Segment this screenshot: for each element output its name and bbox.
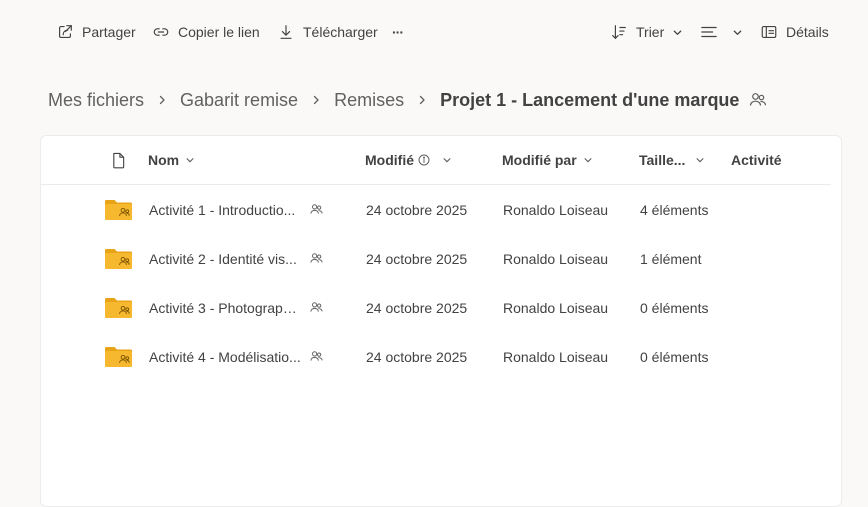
copy-link-button[interactable]: Copier le lien	[152, 20, 260, 44]
modified-by[interactable]: Ronaldo Loiseau	[503, 185, 608, 234]
table-row[interactable]: Activité 1 - Introductio... 24 octobre 2…	[41, 185, 831, 234]
people-icon	[310, 253, 323, 263]
file-name-cell[interactable]: Activité 1 - Introductio...	[149, 185, 301, 234]
file-icon	[113, 152, 125, 168]
modified-date: 24 octobre 2025	[366, 201, 468, 218]
share-button[interactable]: Partager	[56, 20, 136, 44]
shared-folder-icon	[105, 298, 132, 318]
file-name-cell[interactable]: Activité 2 - Identité vis...	[149, 234, 301, 283]
link-icon	[153, 28, 169, 36]
activity-column-header[interactable]: Activité	[731, 136, 782, 184]
size-column-label: Taille...	[639, 152, 686, 168]
details-pane-icon	[761, 26, 777, 38]
chevron-right-icon	[313, 95, 319, 105]
modified-by-column-header[interactable]: Modifié par	[502, 136, 593, 184]
share-label: Partager	[82, 24, 136, 40]
breadcrumb: Mes fichiers Gabarit remise Remises Proj…	[48, 86, 768, 114]
file-name[interactable]: Activité 1 - Introductio...	[149, 202, 301, 218]
chevron-down-icon	[673, 29, 682, 35]
breadcrumb-item-remises[interactable]: Remises	[334, 90, 404, 111]
table-row[interactable]: Activité 2 - Identité vis... 24 octobre …	[41, 234, 831, 283]
people-icon	[310, 351, 323, 361]
modified-by-column-label: Modifié par	[502, 152, 577, 168]
shared-folder-icon	[105, 200, 132, 220]
modified-column-label: Modifié	[365, 152, 414, 168]
name-column-header[interactable]: Nom	[148, 136, 195, 184]
modified-date: 24 octobre 2025	[366, 250, 468, 267]
chevron-down-icon	[186, 158, 194, 163]
people-icon[interactable]	[748, 90, 768, 110]
table-row[interactable]: Activité 3 - Photograph... 24 octobre 20…	[41, 283, 831, 332]
sort-label: Trier	[636, 24, 665, 40]
file-name[interactable]: Activité 3 - Photograph...	[149, 300, 301, 316]
breadcrumb-current: Projet 1 - Lancement d'une marque	[440, 89, 740, 110]
people-icon	[310, 204, 323, 214]
name-column-label: Nom	[148, 152, 180, 168]
file-name-cell[interactable]: Activité 3 - Photograph...	[149, 283, 301, 332]
shared-folder-icon	[105, 249, 132, 269]
sort-icon	[612, 25, 626, 39]
item-count: 0 éléments	[640, 348, 709, 365]
people-icon	[310, 302, 323, 312]
breadcrumb-item-gabarit-remise[interactable]: Gabarit remise	[180, 90, 298, 111]
breadcrumb-item-mes-fichiers[interactable]: Mes fichiers	[48, 90, 144, 111]
item-count: 0 éléments	[640, 299, 709, 316]
sort-button[interactable]: Trier	[610, 20, 683, 44]
file-name-cell[interactable]: Activité 4 - Modélisatio...	[149, 332, 301, 381]
more-actions-button[interactable]: ···	[392, 20, 404, 44]
list-view-icon	[701, 26, 717, 38]
view-options-button[interactable]	[700, 20, 743, 44]
modified-by[interactable]: Ronaldo Loiseau	[503, 234, 608, 283]
more-icon: ···	[392, 24, 404, 40]
modified-by[interactable]: Ronaldo Loiseau	[503, 332, 608, 381]
file-list: Nom Modifié Modifié par Taille... Activi…	[40, 135, 842, 507]
details-button[interactable]: Détails	[760, 20, 829, 44]
modified-date: 24 octobre 2025	[366, 348, 468, 365]
file-name[interactable]: Activité 2 - Identité vis...	[149, 251, 301, 267]
activity-column-label: Activité	[731, 152, 782, 168]
size-column-header[interactable]: Taille...	[639, 136, 705, 184]
modified-column-header[interactable]: Modifié	[365, 136, 452, 184]
share-icon	[59, 25, 72, 38]
chevron-right-icon	[419, 95, 425, 105]
file-type-column-header[interactable]	[111, 136, 126, 184]
chevron-down-icon	[696, 158, 704, 163]
command-bar: Partager Copier le lien Télécharger ··· …	[0, 0, 868, 64]
copy-link-label: Copier le lien	[178, 24, 260, 40]
download-icon	[280, 25, 292, 39]
shared-folder-icon	[105, 347, 132, 367]
info-icon[interactable]	[418, 154, 430, 166]
table-row[interactable]: Activité 4 - Modélisatio... 24 octobre 2…	[41, 332, 831, 381]
modified-by[interactable]: Ronaldo Loiseau	[503, 283, 608, 332]
file-list-header: Nom Modifié Modifié par Taille... Activi…	[41, 136, 831, 185]
modified-date: 24 octobre 2025	[366, 299, 468, 316]
item-count: 1 élément	[640, 250, 702, 267]
file-name[interactable]: Activité 4 - Modélisatio...	[149, 349, 301, 365]
item-count: 4 éléments	[640, 201, 709, 218]
chevron-down-icon	[733, 29, 742, 35]
details-label: Détails	[786, 24, 829, 40]
chevron-down-icon	[584, 158, 592, 163]
chevron-right-icon	[159, 95, 165, 105]
chevron-down-icon	[443, 158, 451, 163]
download-label: Télécharger	[303, 24, 378, 40]
download-button[interactable]: Télécharger	[277, 20, 378, 44]
